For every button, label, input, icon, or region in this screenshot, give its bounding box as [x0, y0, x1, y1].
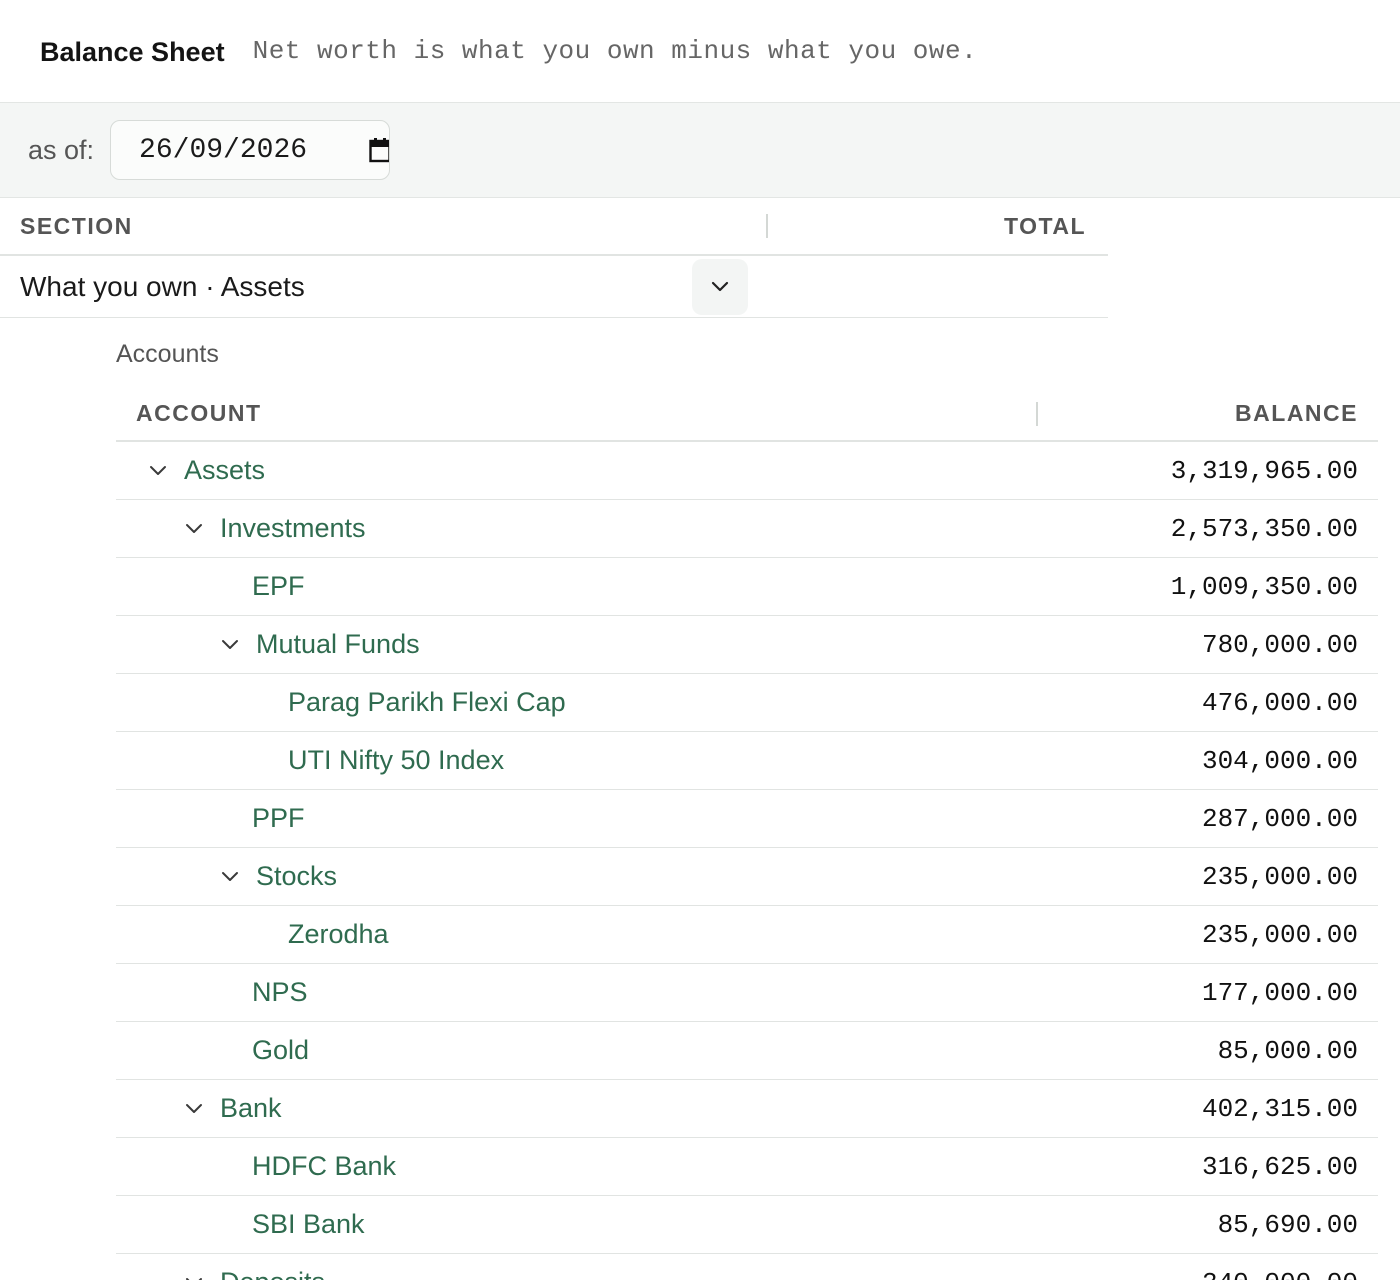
section-row-assets[interactable]: What you own · Assets: [0, 256, 1108, 318]
section-row-label-cell: What you own · Assets: [0, 258, 768, 315]
asof-label: as of:: [28, 134, 95, 165]
asof-date-input[interactable]: 26/09/2026: [110, 120, 391, 180]
account-name-cell: NPS: [116, 977, 1202, 1008]
page-header: Balance Sheet Net worth is what you own …: [0, 0, 1400, 102]
account-balance: 340,000.00: [1202, 1268, 1378, 1280]
account-name-cell: SBI Bank: [116, 1209, 1218, 1240]
account-row[interactable]: Stocks 235,000.00: [116, 848, 1378, 906]
account-link[interactable]: Assets: [184, 455, 265, 486]
account-link[interactable]: UTI Nifty 50 Index: [288, 745, 504, 776]
section-column-header[interactable]: SECTION: [0, 198, 768, 254]
balance-column-header[interactable]: BALANCE: [1038, 400, 1378, 427]
accounts-table-body: Assets 3,319,965.00 Investments 2,573,350.0…: [116, 442, 1378, 1280]
account-name-cell: Stocks: [116, 861, 1202, 892]
account-link[interactable]: Bank: [220, 1093, 282, 1124]
account-balance: 304,000.00: [1201, 745, 1358, 776]
account-link[interactable]: Deposits: [220, 1267, 325, 1280]
chevron-down-icon[interactable]: [184, 1271, 220, 1280]
account-name-cell: Bank: [116, 1093, 1202, 1124]
account-name-cell: Zerodha: [116, 919, 1202, 950]
section-row-label: What you own · Assets: [20, 270, 305, 302]
account-balance: 177,000.00: [1201, 977, 1358, 1008]
account-name-cell: UTI Nifty 50 Index: [116, 745, 1202, 776]
account-row[interactable]: Deposits 340,000.00: [116, 1254, 1378, 1280]
account-balance: 402,315.00: [1201, 1093, 1358, 1124]
account-name-cell: Mutual Funds: [116, 629, 1202, 660]
account-balance: 287,000.00: [1201, 803, 1358, 834]
account-link[interactable]: SBI Bank: [252, 1209, 365, 1240]
account-balance: 1,009,350.00: [1170, 571, 1358, 602]
account-row[interactable]: Gold 85,000.00: [116, 1022, 1378, 1080]
account-balance: 2,573,350.00: [1170, 513, 1358, 544]
account-balance: 85,690.00: [1217, 1209, 1358, 1240]
account-name-cell: Investments: [116, 513, 1171, 544]
account-column-header[interactable]: ACCOUNT: [116, 386, 1038, 440]
account-name-cell: Parag Parikh Flexi Cap: [116, 687, 1202, 718]
account-row[interactable]: HDFC Bank 316,625.00: [116, 1138, 1378, 1196]
chevron-down-icon[interactable]: [220, 865, 256, 889]
account-row[interactable]: Investments 2,573,350.00: [116, 500, 1378, 558]
account-link[interactable]: Gold: [252, 1035, 309, 1066]
account-link[interactable]: Stocks: [256, 861, 337, 892]
total-column-header[interactable]: TOTAL: [768, 213, 1108, 240]
accounts-panel: Accounts ACCOUNT BALANCE Assets 3,319,965…: [116, 318, 1378, 1280]
asof-date-value: 26/09/2026: [139, 134, 308, 166]
account-row[interactable]: SBI Bank 85,690.00: [116, 1196, 1378, 1254]
account-row[interactable]: Assets 3,319,965.00: [116, 442, 1378, 500]
account-link[interactable]: NPS: [252, 977, 308, 1008]
account-link[interactable]: Zerodha: [288, 919, 389, 950]
account-link[interactable]: Investments: [220, 513, 366, 544]
account-row[interactable]: Bank 402,315.00: [116, 1080, 1378, 1138]
account-name-cell: PPF: [116, 803, 1202, 834]
accounts-table-header: ACCOUNT BALANCE: [116, 386, 1378, 442]
account-balance: 476,000.00: [1201, 687, 1358, 718]
chevron-down-icon[interactable]: [220, 633, 256, 657]
account-name-cell: Gold: [116, 1035, 1218, 1066]
account-link[interactable]: HDFC Bank: [252, 1151, 396, 1182]
account-balance: 85,000.00: [1217, 1035, 1358, 1066]
page-title: Balance Sheet: [40, 36, 225, 67]
account-link[interactable]: Parag Parikh Flexi Cap: [288, 687, 566, 718]
account-link[interactable]: Mutual Funds: [256, 629, 420, 660]
calendar-icon[interactable]: [369, 137, 390, 163]
account-row[interactable]: Parag Parikh Flexi Cap 476,000.00: [116, 674, 1378, 732]
account-link[interactable]: EPF: [252, 571, 305, 602]
account-name-cell: EPF: [116, 571, 1171, 602]
account-row[interactable]: UTI Nifty 50 Index 304,000.00: [116, 732, 1378, 790]
chevron-down-icon[interactable]: [184, 517, 220, 541]
account-name-cell: Deposits: [116, 1267, 1202, 1280]
account-row[interactable]: PPF 287,000.00: [116, 790, 1378, 848]
chevron-down-icon[interactable]: [148, 459, 184, 483]
asof-filter-bar: as of: 26/09/2026: [0, 102, 1400, 198]
account-row[interactable]: Mutual Funds 780,000.00: [116, 616, 1378, 674]
section-table-header: SECTION TOTAL: [0, 198, 1108, 256]
account-balance: 316,625.00: [1201, 1151, 1358, 1182]
account-balance: 235,000.00: [1201, 919, 1358, 950]
account-balance: 3,319,965.00: [1170, 455, 1358, 486]
account-name-cell: Assets: [116, 455, 1171, 486]
account-balance: 235,000.00: [1201, 861, 1358, 892]
account-link[interactable]: PPF: [252, 803, 305, 834]
account-row[interactable]: NPS 177,000.00: [116, 964, 1378, 1022]
account-row[interactable]: EPF 1,009,350.00: [116, 558, 1378, 616]
account-name-cell: HDFC Bank: [116, 1151, 1202, 1182]
accounts-caption: Accounts: [116, 339, 219, 368]
account-balance: 780,000.00: [1201, 629, 1358, 660]
chevron-down-icon: [711, 281, 729, 291]
chevron-down-icon[interactable]: [184, 1097, 220, 1121]
account-row[interactable]: Zerodha 235,000.00: [116, 906, 1378, 964]
section-table: SECTION TOTAL What you own · Assets: [0, 198, 1108, 318]
section-expand-button[interactable]: [692, 258, 748, 315]
page-subtitle: Net worth is what you own minus what you…: [252, 36, 978, 66]
